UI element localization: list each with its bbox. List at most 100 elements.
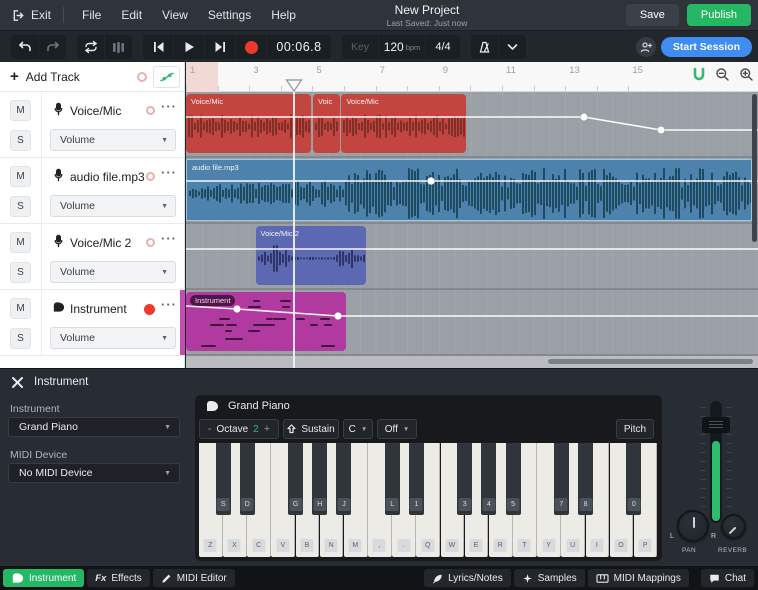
black-key-7[interactable]: 7 [554,443,569,515]
record-arm-indicator[interactable] [146,238,155,247]
play-button[interactable] [174,35,204,59]
track-row[interactable]: MSaudio file.mp3···Volume▼ [0,158,184,224]
clip-audio-file-mp3[interactable]: audio file.mp3 [186,159,752,221]
tab-chat[interactable]: Chat [701,569,754,587]
menu-item-help[interactable]: Help [271,8,296,22]
volume-select[interactable]: Volume▼ [50,129,176,151]
exit-button[interactable]: Exit [12,8,51,22]
skip-back-button[interactable] [143,35,173,59]
menu-item-view[interactable]: View [162,8,188,22]
black-key-8[interactable]: 8 [578,443,593,515]
midi-device-select[interactable]: No MIDI Device▼ [8,463,180,483]
skip-forward-button[interactable] [205,35,235,59]
invite-collaborator-button[interactable] [636,37,656,57]
volume-select[interactable]: Volume▼ [50,195,176,217]
metronome-options-button[interactable] [499,35,526,59]
menu-item-edit[interactable]: Edit [121,8,142,22]
sustain-button[interactable]: Sustain [283,419,339,439]
ruler-tick [249,86,250,91]
solo-button[interactable]: S [10,196,31,217]
tab-instrument[interactable]: Instrument [3,569,84,587]
octave-minus-button[interactable]: - [208,423,212,435]
midi-note [248,306,261,308]
clip-instrument[interactable]: Instrument [186,292,346,351]
piano-roll-view-button[interactable] [105,35,132,59]
vertical-scrollbar[interactable] [752,94,757,242]
project-title[interactable]: New Project [387,3,468,17]
record-arm-indicator[interactable] [146,172,155,181]
record-button[interactable] [236,35,266,59]
solo-button[interactable]: S [10,328,31,349]
volume-slider-handle[interactable] [702,417,730,433]
black-key-S[interactable]: S [216,443,231,515]
tab-samples[interactable]: Samples [514,569,585,587]
redo-button[interactable] [39,35,66,59]
loop-button[interactable] [77,35,104,59]
zoom-out-button[interactable] [715,67,730,82]
track-options-button[interactable]: ··· [161,165,177,180]
black-key-D[interactable]: D [240,443,255,515]
clip-voic[interactable]: Voic [313,94,340,153]
mute-button[interactable]: M [10,298,31,319]
zoom-in-button[interactable] [739,67,754,82]
time-signature-selector[interactable]: 4/4 [426,35,460,59]
black-key-L[interactable]: L [385,443,400,515]
menu-item-file[interactable]: File [82,8,101,22]
mute-button[interactable]: M [10,232,31,253]
pan-knob[interactable] [677,510,709,542]
record-indicator-icon[interactable] [137,72,147,82]
timeline-ruler[interactable]: 13579111315 [186,62,758,92]
tab-midi-editor[interactable]: MIDI Editor [153,569,235,587]
midi-note [248,330,260,332]
bpm-selector[interactable]: 120bpm [379,35,425,59]
automation-toggle-button[interactable] [153,66,180,88]
track-options-button[interactable]: ··· [161,297,177,312]
black-key-1[interactable]: 1 [409,443,424,515]
black-key-4[interactable]: 4 [481,443,496,515]
solo-button[interactable]: S [10,262,31,283]
snap-magnet-button[interactable] [692,67,706,82]
tab-lyrics-notes[interactable]: Lyrics/Notes [424,569,511,587]
black-key-G[interactable]: G [288,443,303,515]
solo-button[interactable]: S [10,130,31,151]
reverb-knob[interactable] [721,514,746,539]
close-panel-button[interactable] [11,376,24,389]
pitch-button[interactable]: Pitch [616,419,654,439]
tab-effects[interactable]: FxEffects [87,569,149,587]
start-session-button[interactable]: Start Session [661,37,752,57]
key-selector[interactable]: Key [342,35,378,59]
undo-button[interactable] [11,35,38,59]
metronome-button[interactable] [471,35,498,59]
tab-midi-mappings[interactable]: MIDI Mappings [588,569,689,587]
track-row[interactable]: MSVoice/Mic 2···Volume▼ [0,224,184,290]
record-arm-indicator[interactable] [144,304,155,315]
horizontal-scrollbar[interactable] [548,359,753,364]
black-key-0[interactable]: 0 [626,443,641,515]
record-arm-indicator[interactable] [146,106,155,115]
instrument-select[interactable]: Grand Piano▼ [8,417,180,437]
key-select[interactable]: C▼ [343,419,373,439]
clip-voice-mic[interactable]: Voice/Mic [341,94,466,153]
track-row[interactable]: MSInstrument···Volume▼ [0,290,184,356]
black-key-5[interactable]: 5 [506,443,521,515]
octave-plus-button[interactable]: + [264,423,270,435]
volume-select[interactable]: Volume▼ [50,327,176,349]
publish-button[interactable]: Publish [687,4,751,26]
mute-button[interactable]: M [10,100,31,121]
midi-keys-icon [596,573,609,584]
black-key-H[interactable]: H [312,443,327,515]
black-key-3[interactable]: 3 [457,443,472,515]
octave-control[interactable]: - Octave 2 + [199,419,279,439]
scale-select[interactable]: Off▼ [377,419,417,439]
mute-button[interactable]: M [10,166,31,187]
menu-item-settings[interactable]: Settings [208,8,251,22]
save-button[interactable]: Save [626,4,679,26]
clip-voice-mic-2[interactable]: Voice/Mic 2 [256,226,367,285]
playhead-handle[interactable] [285,79,303,97]
track-options-button[interactable]: ··· [161,99,177,114]
add-track-button[interactable]: + Add Track [10,69,80,84]
track-options-button[interactable]: ··· [161,231,177,246]
volume-select[interactable]: Volume▼ [50,261,176,283]
track-row[interactable]: MSVoice/Mic···Volume▼ [0,92,184,158]
black-key-J[interactable]: J [336,443,351,515]
